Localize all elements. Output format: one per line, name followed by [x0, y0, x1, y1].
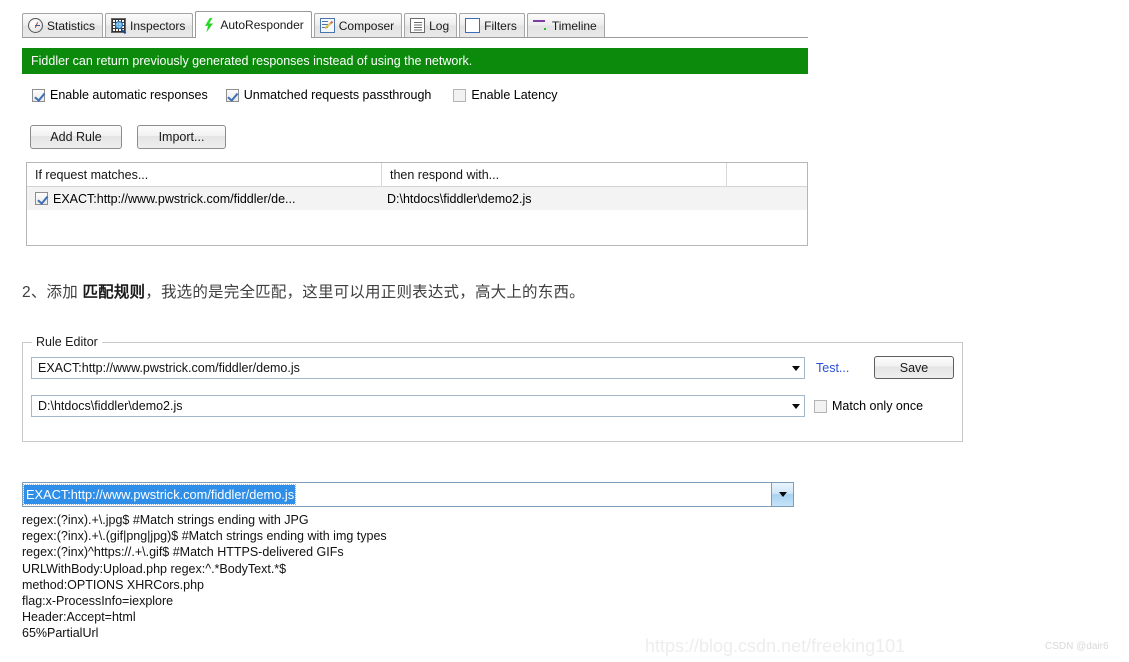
stopwatch-icon — [28, 18, 43, 33]
timeline-bars-icon — [533, 18, 548, 33]
option-label: Match only once — [832, 399, 924, 413]
option-label: Enable automatic responses — [50, 88, 208, 102]
rules-table-body: EXACT:http://www.pwstrick.com/fiddler/de… — [27, 187, 807, 210]
tab-label: Inspectors — [130, 18, 186, 33]
rule-match-text: EXACT:http://www.pwstrick.com/fiddler/de… — [53, 191, 296, 206]
checkbox-rule-enabled[interactable] — [35, 192, 48, 205]
add-rule-button[interactable]: Add Rule — [30, 125, 122, 149]
list-item[interactable]: regex:(?inx).+\.(gif|png|jpg)$ #Match st… — [22, 528, 802, 544]
rule-respond-cell[interactable]: D:\htdocs\fiddler\demo2.js — [382, 187, 727, 210]
tab-label: Statistics — [47, 18, 96, 33]
list-item[interactable]: regex:(?inx)^https://.+\.gif$ #Match HTT… — [22, 544, 802, 560]
tab-statistics[interactable]: Statistics — [22, 13, 104, 37]
rule-extra-cell[interactable] — [727, 187, 807, 210]
checkbox-match-only-once[interactable] — [814, 399, 827, 413]
caption-prefix: 2、添加 — [22, 284, 83, 301]
tab-label: Log — [429, 18, 450, 33]
table-row[interactable]: EXACT:http://www.pwstrick.com/fiddler/de… — [27, 187, 807, 210]
rule-respond-combobox[interactable]: D:\htdocs\fiddler\demo2.js — [31, 395, 805, 417]
tab-composer[interactable]: Composer — [313, 13, 403, 37]
blog-url-watermark: https://blog.csdn.net/freeking101 — [645, 636, 906, 656]
column-header-extra[interactable] — [727, 163, 807, 186]
column-header-if-request-matches[interactable]: If request matches... — [27, 163, 382, 186]
chevron-down-icon[interactable] — [787, 396, 804, 416]
chevron-down-icon[interactable] — [787, 358, 804, 378]
test-link[interactable]: Test... — [816, 361, 849, 375]
article-caption: 2、添加 匹配规则，我选的是完全匹配，这里可以用正则表达式，高大上的东西。 — [22, 280, 585, 302]
lightning-bolt-icon — [201, 18, 216, 33]
tab-timeline[interactable]: Timeline — [526, 13, 605, 37]
document-lines-icon — [410, 18, 426, 33]
autoresponder-options-row: Enable automatic responses Unmatched req… — [32, 88, 558, 102]
column-header-then-respond-with[interactable]: then respond with... — [382, 163, 727, 186]
autoresponder-info-banner: Fiddler can return previously generated … — [22, 48, 808, 74]
list-item[interactable]: method:OPTIONS XHRCors.php — [22, 577, 802, 593]
checkbox-enable-automatic-responses[interactable] — [32, 88, 45, 102]
option-enable-automatic-responses[interactable]: Enable automatic responses — [32, 88, 208, 102]
tab-label: Timeline — [551, 18, 597, 33]
option-label: Unmatched requests passthrough — [243, 88, 432, 102]
tab-label: AutoResponder — [220, 18, 304, 32]
dropdown-selected-value: EXACT:http://www.pwstrick.com/fiddler/de… — [23, 484, 297, 505]
tab-filters[interactable]: Filters — [459, 13, 525, 37]
rule-match-value: EXACT:http://www.pwstrick.com/fiddler/de… — [38, 361, 300, 375]
dropdown-text-area[interactable]: EXACT:http://www.pwstrick.com/fiddler/de… — [23, 483, 771, 506]
option-match-only-once[interactable]: Match only once — [814, 399, 923, 413]
import-button[interactable]: Import... — [137, 125, 226, 149]
list-item[interactable]: Header:Accept=html — [22, 609, 802, 625]
list-item[interactable]: flag:x-ProcessInfo=iexplore — [22, 593, 802, 609]
rules-table[interactable]: If request matches... then respond with.… — [26, 162, 808, 246]
main-tab-bar: Statistics Inspectors AutoResponder Comp… — [22, 11, 808, 38]
rule-match-cell[interactable]: EXACT:http://www.pwstrick.com/fiddler/de… — [27, 187, 382, 210]
option-enable-latency[interactable]: Enable Latency — [453, 88, 558, 102]
checkbox-enable-latency[interactable] — [453, 88, 467, 102]
caption-suffix: ，我选的是完全匹配，这里可以用正则表达式，高大上的东西。 — [145, 284, 585, 301]
tab-log[interactable]: Log — [404, 13, 458, 37]
tab-autoresponder[interactable]: AutoResponder — [195, 11, 312, 38]
save-button[interactable]: Save — [874, 356, 954, 379]
tab-label: Filters — [484, 18, 517, 33]
checkbox-unmatched-requests-passthrough[interactable] — [225, 88, 239, 102]
rule-editor-legend: Rule Editor — [32, 335, 102, 349]
option-label: Enable Latency — [471, 88, 558, 102]
rule-editor-panel: Rule Editor EXACT:http://www.pwstrick.co… — [22, 335, 963, 442]
rule-match-dropdown-field[interactable]: EXACT:http://www.pwstrick.com/fiddler/de… — [22, 482, 794, 507]
chevron-down-icon[interactable] — [771, 483, 793, 506]
caption-bold: 匹配规则 — [82, 284, 146, 301]
dropdown-option-list[interactable]: regex:(?inx).+\.jpg$ #Match strings endi… — [22, 512, 802, 642]
notepad-pencil-icon — [319, 18, 335, 33]
list-item[interactable]: URLWithBody:Upload.php regex:^.*BodyText… — [22, 561, 802, 577]
list-item[interactable]: regex:(?inx).+\.jpg$ #Match strings endi… — [22, 512, 802, 528]
tab-inspectors[interactable]: Inspectors — [105, 13, 194, 37]
magnifier-grid-icon — [111, 18, 127, 33]
option-unmatched-requests-passthrough[interactable]: Unmatched requests passthrough — [225, 88, 432, 102]
csdn-handle-watermark: CSDN @dair6 — [1045, 641, 1109, 652]
tab-label: Composer — [338, 18, 395, 33]
rules-table-header: If request matches... then respond with.… — [27, 163, 807, 187]
rule-respond-value: D:\htdocs\fiddler\demo2.js — [38, 399, 183, 413]
empty-square-icon — [465, 18, 481, 33]
rule-match-combobox[interactable]: EXACT:http://www.pwstrick.com/fiddler/de… — [31, 357, 805, 379]
